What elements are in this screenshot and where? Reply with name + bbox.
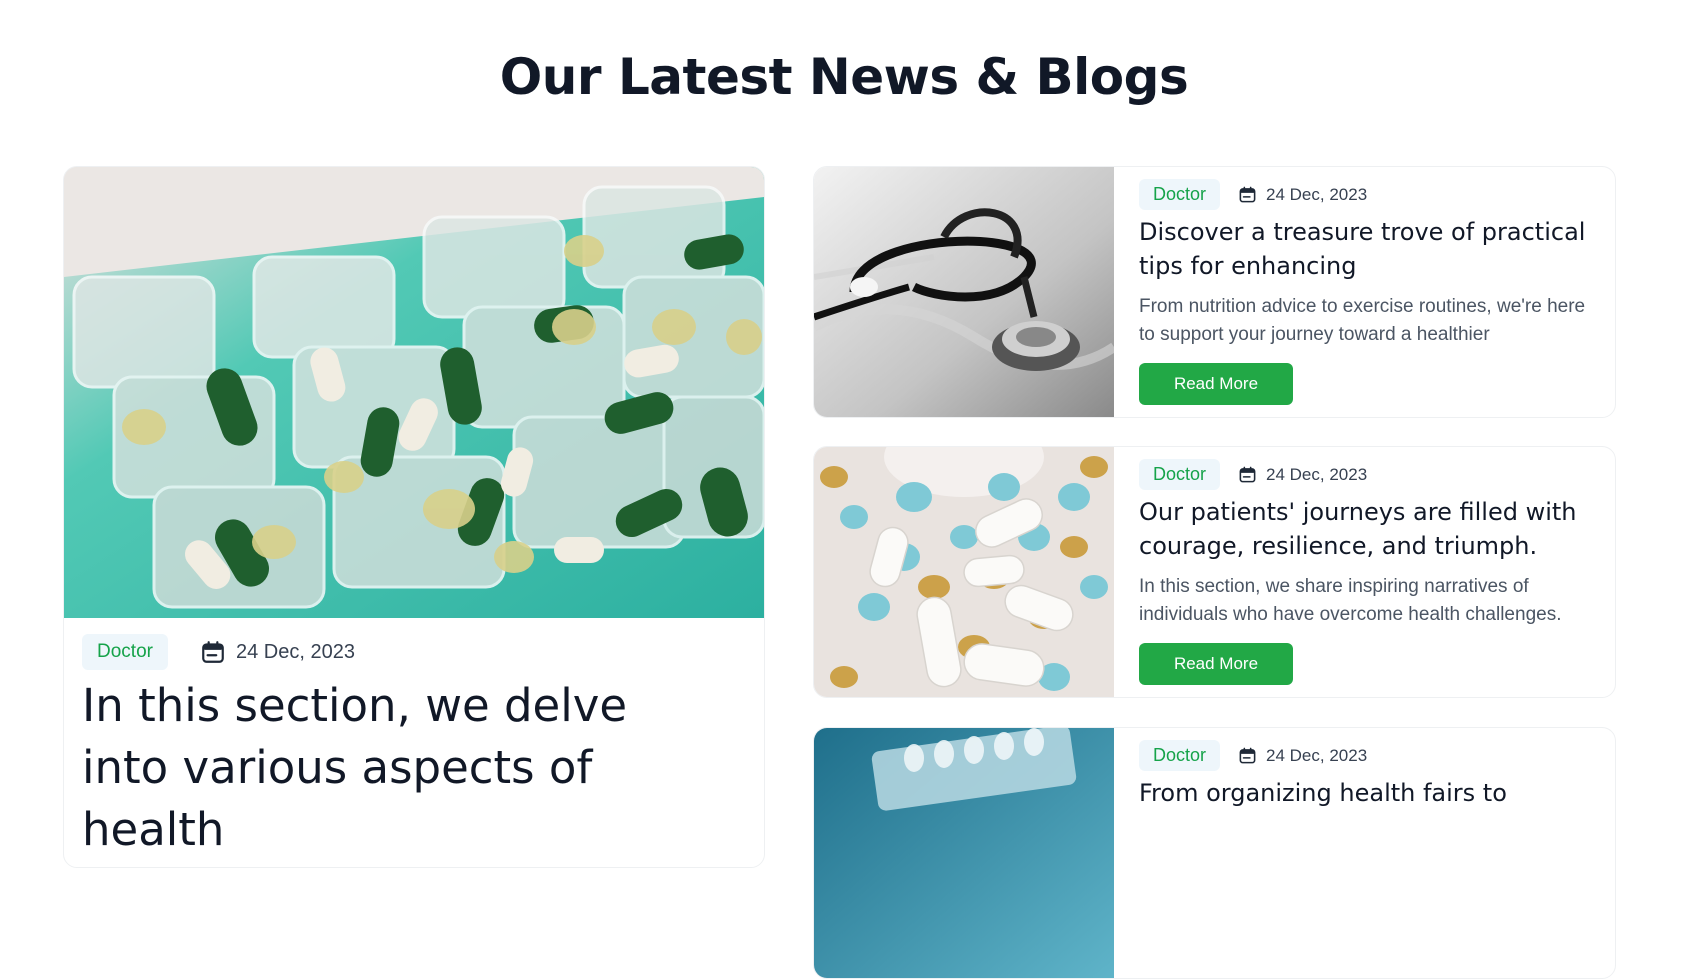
blog-post-image[interactable] — [814, 728, 1114, 978]
blog-post-excerpt: In this section, we share inspiring narr… — [1139, 576, 1562, 625]
post-date: 24 Dec, 2023 — [1238, 465, 1367, 485]
blog-post-card[interactable]: Doctor 24 Dec, 2023 Our patients' journe… — [813, 446, 1616, 698]
blog-post-image[interactable] — [814, 167, 1114, 417]
section-title: Our Latest News & Blogs — [499, 48, 1189, 106]
featured-post-card[interactable]: Doctor 24 Dec, 2023 In this section, we … — [63, 166, 765, 868]
post-date-text: 24 Dec, 2023 — [1266, 464, 1368, 484]
post-date-text: 24 Dec, 2023 — [235, 640, 355, 663]
blog-post-image[interactable] — [814, 447, 1114, 697]
featured-post-meta: Doctor 24 Dec, 2023 — [82, 634, 355, 670]
category-badge[interactable]: Doctor — [1139, 179, 1221, 210]
featured-post-title[interactable]: In this section, we delve into various a… — [82, 675, 722, 861]
post-date: 24 Dec, 2023 — [200, 639, 355, 665]
category-badge[interactable]: Doctor — [82, 634, 168, 670]
blog-post-title[interactable]: Discover a treasure trove of practical t… — [1139, 215, 1609, 283]
post-date: 24 Dec, 2023 — [1238, 746, 1367, 766]
featured-post-image[interactable] — [64, 167, 764, 618]
blog-post-meta: Doctor 24 Dec, 2023 — [1139, 459, 1367, 490]
blog-post-title[interactable]: From organizing health fairs to — [1139, 776, 1609, 810]
blog-post-excerpt: From nutrition advice to exercise routin… — [1139, 296, 1586, 345]
read-more-button[interactable]: Read More — [1139, 643, 1293, 685]
calendar-icon — [1239, 186, 1256, 203]
blog-post-title[interactable]: Our patients' journeys are filled with c… — [1139, 495, 1609, 563]
post-date: 24 Dec, 2023 — [1238, 185, 1367, 205]
read-more-button[interactable]: Read More — [1139, 363, 1293, 405]
blog-post-meta: Doctor 24 Dec, 2023 — [1139, 179, 1367, 210]
blog-post-meta: Doctor 24 Dec, 2023 — [1139, 740, 1367, 771]
calendar-icon — [202, 641, 224, 663]
post-date-text: 24 Dec, 2023 — [1266, 184, 1368, 204]
category-badge[interactable]: Doctor — [1139, 459, 1221, 490]
category-badge[interactable]: Doctor — [1139, 740, 1221, 771]
blog-post-card[interactable]: Doctor 24 Dec, 2023 From organizing heal… — [813, 727, 1616, 979]
post-date-text: 24 Dec, 2023 — [1266, 745, 1368, 765]
calendar-icon — [1239, 466, 1256, 483]
blog-post-card[interactable]: Doctor 24 Dec, 2023 Discover a treasure … — [813, 166, 1616, 418]
calendar-icon — [1239, 747, 1256, 764]
